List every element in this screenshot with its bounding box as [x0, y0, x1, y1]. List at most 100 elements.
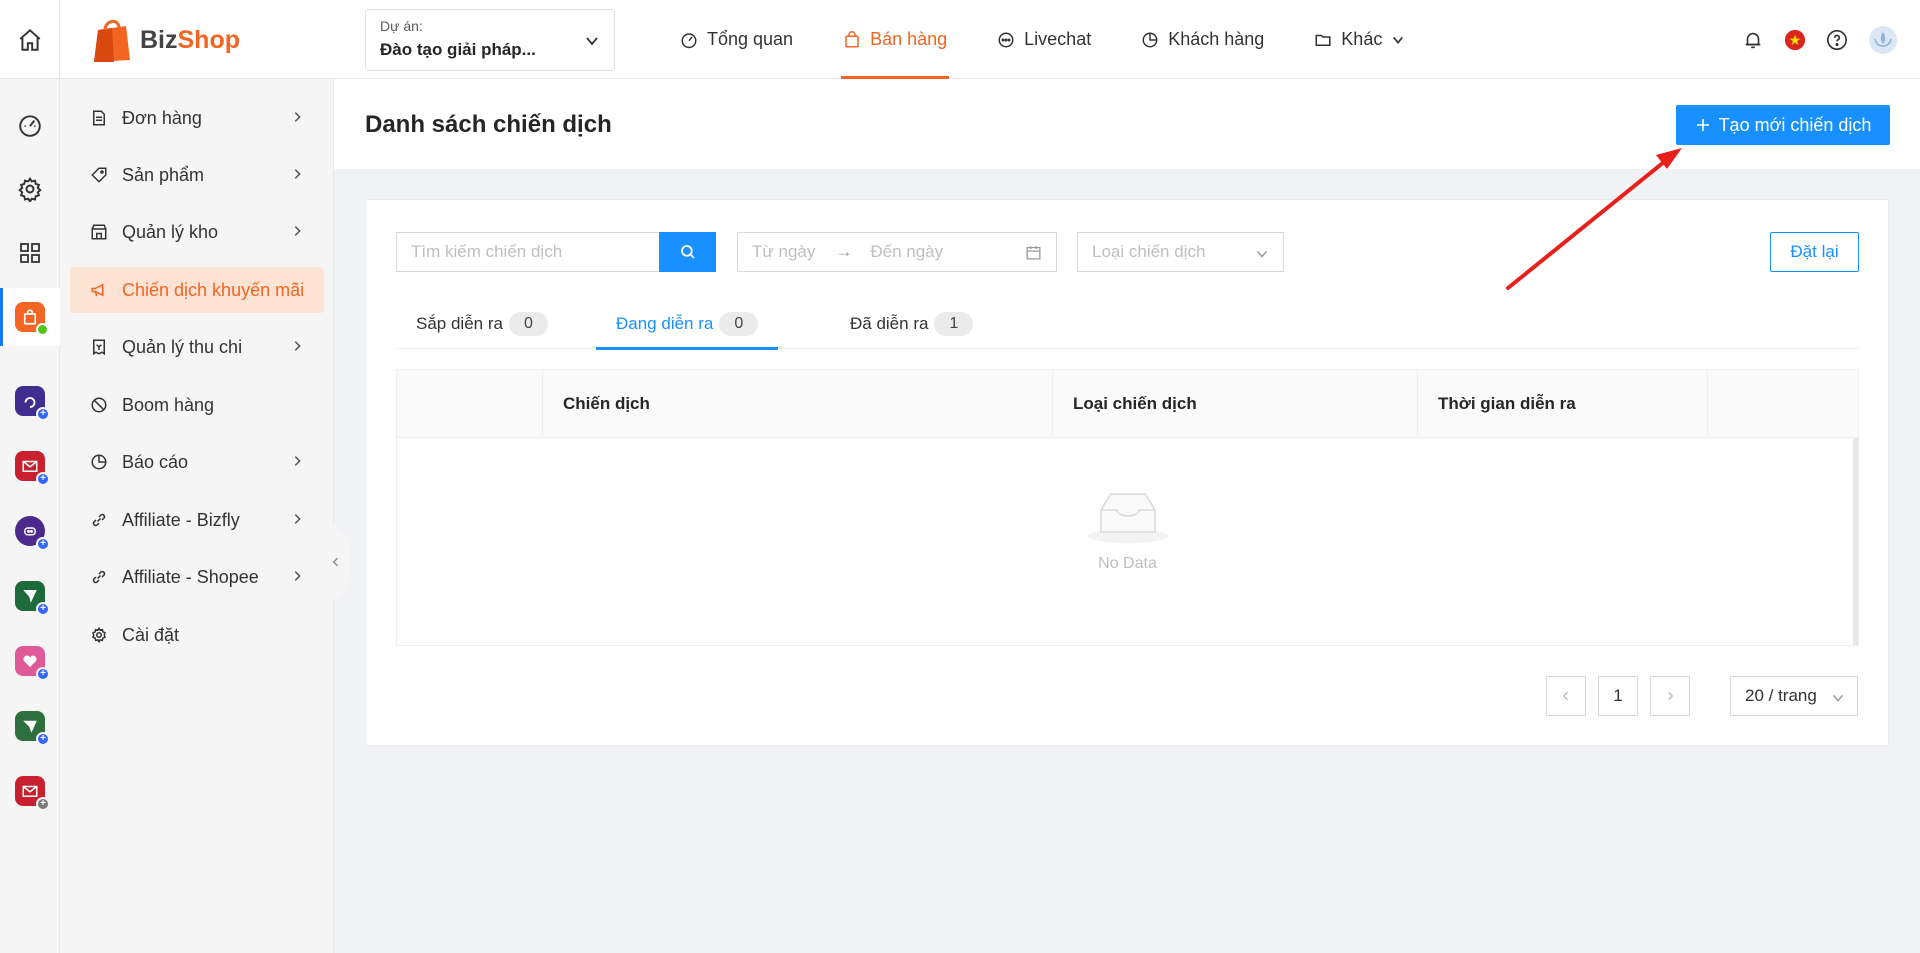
tab-ongoing[interactable]: Đang diễn ra 0 — [595, 298, 779, 350]
sidebar-collapse-toggle[interactable] — [322, 522, 350, 602]
project-selector[interactable]: Dự án: Đào tạo giải pháp... — [365, 9, 615, 71]
help-button[interactable] — [1826, 29, 1848, 51]
nav-other[interactable]: Khác — [1312, 0, 1407, 79]
date-range-picker[interactable]: Từ ngày → Đến ngày — [737, 232, 1057, 272]
link-icon — [92, 570, 106, 584]
gear-icon — [18, 176, 42, 202]
sidebar-item-affiliate-shopee[interactable]: Affiliate - Shopee — [70, 554, 324, 600]
megaphone-icon — [91, 283, 104, 297]
folder-icon — [1315, 34, 1331, 46]
sidebar-item-warehouse[interactable]: Quản lý kho — [70, 209, 324, 255]
create-campaign-label: Tạo mới chiến dịch — [1718, 114, 1872, 135]
column-header-campaign[interactable]: Chiến dịch — [542, 370, 1052, 438]
calendar-icon — [1026, 246, 1041, 260]
nav-customers[interactable]: Khách hàng — [1139, 0, 1266, 79]
logo-shop-text: Shop — [177, 25, 241, 54]
column-header-type[interactable]: Loại chiến dịch — [1052, 370, 1417, 438]
nav-overview[interactable]: Tổng quan — [678, 0, 795, 79]
rail-app-2[interactable]: + — [0, 375, 60, 427]
sidebar-item-label: Chiến dịch khuyến mãi — [122, 279, 305, 300]
next-page-button[interactable] — [1650, 676, 1690, 716]
search-button[interactable] — [659, 232, 716, 272]
rail-apps[interactable] — [0, 227, 60, 279]
nav-sales[interactable]: Bán hàng — [841, 0, 950, 79]
grid-icon — [20, 243, 40, 263]
campaign-search — [396, 232, 716, 272]
tab-count-badge: 0 — [508, 311, 548, 336]
sidebar-item-label: Quản lý kho — [122, 221, 219, 242]
campaign-list-card: Từ ngày → Đến ngày Loại chiến dịch Đặt l… — [365, 199, 1889, 746]
campaign-status-tabs: Sắp diễn ra 0 Đang diễn ra 0 Đã diễn ra … — [396, 298, 1859, 350]
nav-livechat[interactable]: Livechat — [995, 0, 1093, 79]
create-campaign-button[interactable]: Tạo mới chiến dịch — [1676, 105, 1890, 145]
empty-inbox-icon — [1087, 493, 1168, 543]
bot-app-icon: + — [15, 516, 50, 551]
chevron-down-icon — [1833, 694, 1843, 702]
tab-label: Đang diễn ra — [616, 313, 714, 333]
rail-bizshop[interactable] — [0, 288, 60, 346]
avatar-icon — [1869, 25, 1897, 54]
chevron-left-icon — [332, 557, 338, 567]
sidebar-item-settings[interactable]: Cài đặt — [70, 612, 324, 658]
sidebar-item-boom[interactable]: Boom hàng — [70, 382, 324, 428]
rail-app-7[interactable]: + — [0, 700, 60, 752]
rail-app-3[interactable]: + — [0, 440, 60, 492]
column-header-actions — [1707, 370, 1858, 438]
column-header-select — [397, 370, 542, 438]
paper-plane-app-icon: + — [15, 581, 50, 616]
sidebar-item-reports[interactable]: Báo cáo — [70, 439, 324, 485]
vietnam-flag-icon — [1784, 29, 1806, 50]
empty-state-text: No Data — [1098, 555, 1157, 572]
document-icon — [93, 110, 105, 126]
search-icon — [680, 245, 695, 259]
sidebar-menu: Đơn hàng Sản phẩm Quản lý kho Chiến dịch… — [60, 79, 334, 953]
prev-page-button[interactable] — [1546, 676, 1586, 716]
tab-upcoming[interactable]: Sắp diễn ra 0 — [416, 298, 548, 349]
sidebar-item-label: Báo cáo — [122, 451, 189, 472]
chevron-down-icon — [1257, 250, 1267, 258]
rail-app-4[interactable]: + — [0, 505, 60, 557]
rail-app-6[interactable]: + — [0, 635, 60, 687]
dashboard-icon — [681, 32, 697, 48]
sidebar-item-affiliate-bizfly[interactable]: Affiliate - Bizfly — [70, 497, 324, 543]
search-input[interactable] — [396, 232, 660, 272]
sidebar-item-finance[interactable]: Quản lý thu chi — [70, 324, 324, 370]
chevron-right-icon — [294, 456, 301, 466]
rail-app-8[interactable]: + — [0, 765, 60, 817]
sidebar-item-label: Sản phẩm — [122, 164, 205, 185]
bizshop-logo[interactable]: BizShop — [92, 14, 240, 66]
page-size-select[interactable]: 20 / trang — [1730, 676, 1858, 716]
home-button[interactable] — [0, 0, 60, 79]
nav-overview-label: Tổng quan — [707, 29, 794, 49]
user-avatar[interactable] — [1868, 25, 1898, 55]
page-number-button[interactable]: 1 — [1598, 676, 1638, 716]
mail-app-icon: + — [15, 451, 50, 486]
sidebar-item-orders[interactable]: Đơn hàng — [70, 95, 324, 141]
shopping-bag-icon — [845, 30, 859, 47]
language-button[interactable] — [1784, 29, 1806, 51]
sidebar-item-products[interactable]: Sản phẩm — [70, 152, 324, 198]
help-icon — [1827, 29, 1847, 50]
campaign-type-select[interactable]: Loại chiến dịch — [1077, 232, 1284, 272]
tag-icon — [91, 167, 107, 183]
reset-button[interactable]: Đặt lại — [1770, 232, 1859, 272]
sidebar-item-label: Quản lý thu chi — [122, 336, 243, 357]
tab-count-badge: 1 — [934, 311, 974, 336]
arrow-right-icon: → — [835, 242, 853, 261]
chevron-right-icon — [294, 341, 301, 351]
pagination: 1 20 / trang — [1534, 676, 1858, 716]
notification-button[interactable] — [1742, 29, 1764, 51]
chevron-left-icon — [1562, 691, 1568, 701]
campaign-table: Chiến dịch Loại chiến dịch Thời gian diễ… — [396, 369, 1859, 646]
rail-settings[interactable] — [0, 163, 60, 215]
sidebar-item-campaigns[interactable]: Chiến dịch khuyến mãi — [70, 267, 324, 313]
chevron-down-icon — [1393, 36, 1404, 44]
shopping-bag-logo-icon — [94, 20, 130, 62]
sidebar-item-label: Cài đặt — [122, 624, 180, 645]
pie-chart-icon — [1142, 32, 1158, 47]
chevron-right-icon — [294, 571, 301, 581]
rail-dashboard[interactable] — [0, 99, 60, 151]
rail-app-5[interactable]: + — [0, 570, 60, 622]
column-header-time[interactable]: Thời gian diễn ra — [1417, 370, 1707, 438]
tab-finished[interactable]: Đã diễn ra 1 — [850, 298, 974, 349]
